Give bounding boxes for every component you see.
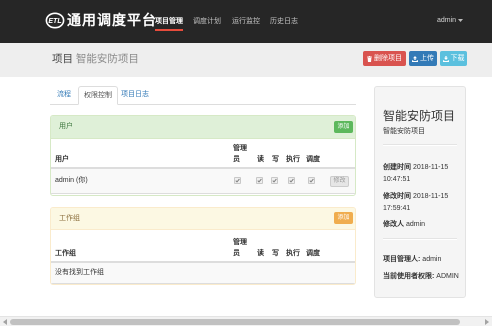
sidebar-divider <box>383 144 457 146</box>
download-label: 下载 <box>450 55 465 62</box>
add-user-button[interactable]: 添加 <box>334 121 353 133</box>
column-header-read: 读 <box>257 250 264 257</box>
write-permission-checkbox[interactable] <box>271 177 278 184</box>
add-group-button[interactable]: 添加 <box>334 212 353 224</box>
modified-by-label: 修改人 <box>383 221 404 228</box>
project-manager: 项目管理人: admin <box>383 254 459 266</box>
current-user-permission-value: ADMIN <box>436 273 459 280</box>
modified-by-value: admin <box>405 221 426 228</box>
caret-down-icon <box>458 19 464 22</box>
upload-button[interactable]: 上传 <box>409 51 437 66</box>
top-navbar: ETL 通用调度平台 项目管理 调度计划 运行监控 历史日志 admin <box>0 0 492 43</box>
schedule-permission-checkbox[interactable] <box>308 177 315 184</box>
check-mark-icon <box>289 178 294 183</box>
page-header: 项目 智能安防项目 删除项目 上传 下载 <box>0 43 492 77</box>
user-name: admin <box>437 17 457 24</box>
user-menu[interactable]: admin <box>437 16 464 25</box>
tab-flow[interactable]: 流程 <box>50 86 78 104</box>
created-time-label: 创建时间 <box>383 164 411 171</box>
column-header-admin: 管理员 <box>233 239 247 257</box>
column-header-schedule: 调度 <box>306 250 320 257</box>
scrollbar-thumb[interactable] <box>10 319 460 325</box>
column-header-schedule: 调度 <box>306 156 320 163</box>
users-panel: 用户 添加 用户 管理员 读 写 执行 调度 admin (你) 修改 <box>50 115 356 196</box>
horizontal-scrollbar[interactable] <box>0 316 492 326</box>
groups-panel-heading: 工作组 添加 <box>51 208 355 230</box>
trash-icon <box>367 55 372 62</box>
modified-time-label: 修改时间 <box>383 193 411 200</box>
delete-project-button[interactable]: 删除项目 <box>363 51 406 66</box>
nav-item-schedule-plan[interactable]: 调度计划 <box>193 17 221 26</box>
scroll-left-arrow-icon[interactable] <box>3 319 7 325</box>
upload-label: 上传 <box>420 55 434 62</box>
tab-permissions[interactable]: 权限控制 <box>78 86 118 105</box>
nav-item-history-log[interactable]: 历史日志 <box>270 17 298 26</box>
upload-icon <box>412 55 418 62</box>
column-header-write: 写 <box>272 250 279 257</box>
admin-permission-checkbox[interactable] <box>234 177 241 184</box>
logo-text: ETL <box>48 18 61 25</box>
check-mark-icon <box>272 178 277 183</box>
column-header-group: 工作组 <box>55 250 76 257</box>
users-panel-heading: 用户 添加 <box>51 116 355 139</box>
check-mark-icon <box>309 178 314 183</box>
groups-panel-title: 工作组 <box>59 215 80 222</box>
read-permission-checkbox[interactable] <box>256 177 263 184</box>
users-table-header: 用户 管理员 读 写 执行 调度 <box>51 139 355 169</box>
sidebar-project-description: 智能安防项目 <box>383 128 425 135</box>
project-manager-value: admin <box>422 256 442 263</box>
execute-permission-checkbox[interactable] <box>288 177 295 184</box>
delete-project-label: 删除项目 <box>374 55 402 62</box>
project-name: 智能安防项目 <box>75 53 139 65</box>
groups-table-header: 工作组 管理员 读 写 执行 调度 <box>51 230 355 263</box>
page-title: 项目 智能安防项目 <box>52 52 139 66</box>
tab-project-log[interactable]: 项目日志 <box>118 86 152 104</box>
page-section-label: 项目 <box>52 53 73 65</box>
sidebar-divider <box>383 238 457 240</box>
brand-link[interactable]: ETL 通用调度平台 <box>45 0 161 43</box>
modified-time: 修改时间 2018-11-15 17:59:41 <box>383 191 459 215</box>
column-header-execute: 执行 <box>286 156 300 163</box>
download-icon <box>442 55 449 62</box>
current-user-permission-label: 当前使用者权限: <box>383 273 435 280</box>
table-row: admin (你) 修改 <box>51 169 355 194</box>
edit-user-button[interactable]: 修改 <box>330 176 349 187</box>
nav-item-project-management[interactable]: 项目管理 <box>155 17 183 31</box>
user-name-cell: admin (你) <box>55 177 88 184</box>
project-manager-label: 项目管理人: <box>383 256 421 263</box>
etl-logo-icon: ETL <box>45 12 65 29</box>
users-panel-title: 用户 <box>59 123 73 130</box>
column-header-write: 写 <box>272 156 279 163</box>
sidebar-project-title: 智能安防项目 <box>383 109 456 123</box>
brand-name: 通用调度平台 <box>67 12 157 28</box>
column-header-user: 用户 <box>55 156 69 163</box>
check-mark-icon <box>235 178 240 183</box>
modified-by: 修改人 admin <box>383 219 459 231</box>
empty-groups-message: 没有找到工作组 <box>55 269 104 276</box>
groups-panel: 工作组 添加 工作组 管理员 读 写 执行 调度 没有找到工作组 <box>50 207 356 285</box>
project-info-sidebar: 智能安防项目 智能安防项目 创建时间 2018-11-15 10:47:51 修… <box>374 86 466 298</box>
column-header-admin: 管理员 <box>233 145 247 163</box>
nav-item-run-monitor[interactable]: 运行监控 <box>232 17 260 26</box>
column-header-read: 读 <box>257 156 264 163</box>
scroll-right-arrow-icon[interactable] <box>485 319 489 325</box>
check-mark-icon <box>257 178 262 183</box>
created-time: 创建时间 2018-11-15 10:47:51 <box>383 162 459 186</box>
empty-table-row: 没有找到工作组 <box>51 263 355 284</box>
column-header-execute: 执行 <box>286 250 300 257</box>
download-button[interactable]: 下载 <box>440 51 467 66</box>
tab-bar: 流程 权限控制 项目日志 <box>50 86 356 105</box>
current-user-permission: 当前使用者权限: ADMIN <box>383 271 459 283</box>
